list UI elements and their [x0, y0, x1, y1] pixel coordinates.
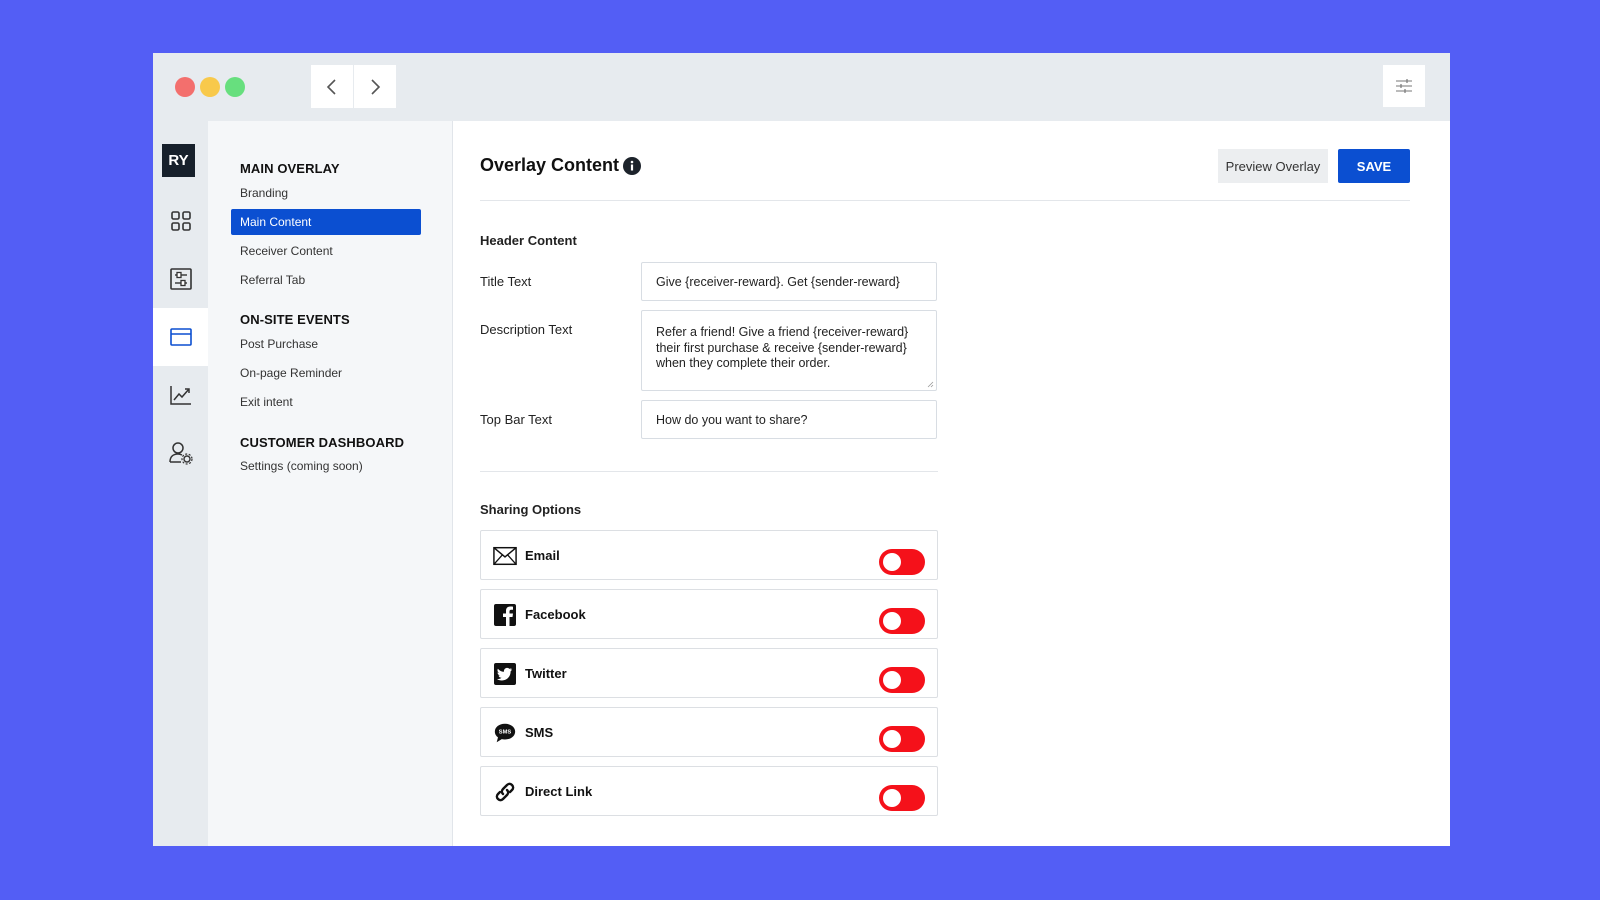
nav-section-main-overlay: MAIN OVERLAY — [240, 161, 340, 176]
description-text-area[interactable]: Refer a friend! Give a friend {receiver-… — [641, 310, 937, 391]
secondary-nav: MAIN OVERLAY Branding Main Content Recei… — [208, 121, 453, 846]
icon-rail: RY — [153, 121, 208, 846]
nav-item-branding[interactable]: Branding — [231, 180, 421, 206]
toggle-knob — [883, 671, 901, 689]
field-label-top-bar-text: Top Bar Text — [480, 412, 553, 427]
share-option-direct-link: Direct Link — [480, 766, 938, 816]
browser-window-icon — [169, 328, 192, 346]
share-label-direct-link: Direct Link — [525, 784, 593, 799]
title-bar — [153, 53, 1450, 121]
facebook-icon — [494, 604, 516, 626]
share-label-email: Email — [525, 548, 560, 563]
main-panel: Overlay Content Preview Overlay SAVE Hea… — [454, 121, 1450, 846]
email-toggle[interactable] — [879, 549, 925, 575]
nav-item-exit-intent[interactable]: Exit intent — [231, 389, 421, 415]
share-label-facebook: Facebook — [525, 607, 586, 622]
nav-item-post-purchase[interactable]: Post Purchase — [231, 331, 421, 357]
field-label-title-text: Title Text — [480, 274, 532, 289]
share-option-sms: SMS SMS — [480, 707, 938, 757]
nav-section-on-site-events: ON-SITE EVENTS — [240, 312, 350, 327]
user-settings-icon — [168, 442, 193, 465]
section-title-header-content: Header Content — [480, 233, 577, 248]
share-label-twitter: Twitter — [525, 666, 567, 681]
app-window: RY MAIN OVERLAY Branding Main Content Re… — [153, 53, 1450, 846]
title-text-input[interactable]: Give {receiver-reward}. Get {sender-rewa… — [641, 262, 937, 301]
sms-bubble-icon: SMS — [494, 723, 516, 743]
maximize-window-button[interactable] — [225, 77, 245, 97]
header-divider — [480, 200, 1410, 201]
rail-item-dashboard[interactable] — [153, 192, 208, 250]
save-button[interactable]: SAVE — [1338, 149, 1410, 183]
sliders-panel-icon — [169, 268, 192, 290]
section-divider — [480, 471, 938, 472]
description-line: when they complete their order. — [656, 356, 831, 370]
description-line: Refer a friend! Give a friend {receiver-… — [656, 325, 909, 339]
direct-link-toggle[interactable] — [879, 785, 925, 811]
chevron-right-icon — [371, 78, 381, 95]
section-title-sharing-options: Sharing Options — [480, 502, 582, 517]
sliders-icon — [1396, 79, 1412, 93]
nav-item-on-page-reminder[interactable]: On-page Reminder — [231, 360, 421, 386]
nav-item-main-content[interactable]: Main Content — [231, 209, 421, 235]
top-bar-text-input[interactable]: How do you want to share? — [641, 400, 937, 439]
toggle-knob — [883, 612, 901, 630]
nav-item-referral-tab[interactable]: Referral Tab — [231, 267, 421, 293]
chevron-left-icon — [326, 78, 336, 95]
nav-section-customer-dashboard: CUSTOMER DASHBOARD — [240, 435, 405, 450]
back-button[interactable] — [311, 65, 353, 108]
rail-item-users[interactable] — [153, 424, 208, 482]
trend-chart-icon — [169, 386, 191, 405]
twitter-icon — [494, 663, 516, 685]
title-text-value: Give {receiver-reward}. Get {sender-rewa… — [656, 274, 900, 289]
facebook-toggle[interactable] — [879, 608, 925, 634]
field-label-description-text: Description Text — [480, 322, 573, 337]
forward-button[interactable] — [354, 65, 396, 108]
minimize-window-button[interactable] — [200, 77, 220, 97]
info-icon[interactable] — [623, 157, 641, 175]
twitter-toggle[interactable] — [879, 667, 925, 693]
settings-button[interactable] — [1383, 65, 1425, 107]
share-option-facebook: Facebook — [480, 589, 938, 639]
preview-overlay-button[interactable]: Preview Overlay — [1218, 149, 1328, 183]
description-line: their first purchase & receive {sender-r… — [656, 340, 907, 355]
toggle-knob — [883, 789, 901, 807]
sms-toggle[interactable] — [879, 726, 925, 752]
page-title: Overlay Content — [480, 155, 620, 175]
grid-icon — [170, 211, 191, 231]
close-window-button[interactable] — [175, 77, 195, 97]
nav-item-settings[interactable]: Settings (coming soon) — [231, 453, 421, 479]
share-label-sms: SMS — [525, 725, 554, 740]
rail-item-configuration[interactable] — [153, 250, 208, 308]
link-icon — [495, 782, 515, 802]
rail-item-analytics[interactable] — [153, 366, 208, 424]
toggle-knob — [883, 553, 901, 571]
rail-item-overlay[interactable] — [153, 308, 208, 366]
nav-item-receiver-content[interactable]: Receiver Content — [231, 238, 421, 264]
app-logo: RY — [162, 144, 195, 177]
share-option-twitter: Twitter — [480, 648, 938, 698]
svg-text:SMS: SMS — [499, 730, 512, 736]
share-option-email: Email — [480, 530, 938, 580]
toggle-knob — [883, 730, 901, 748]
resize-handle-icon[interactable] — [926, 380, 934, 388]
top-bar-text-value: How do you want to share? — [656, 412, 808, 427]
envelope-icon — [493, 546, 517, 566]
